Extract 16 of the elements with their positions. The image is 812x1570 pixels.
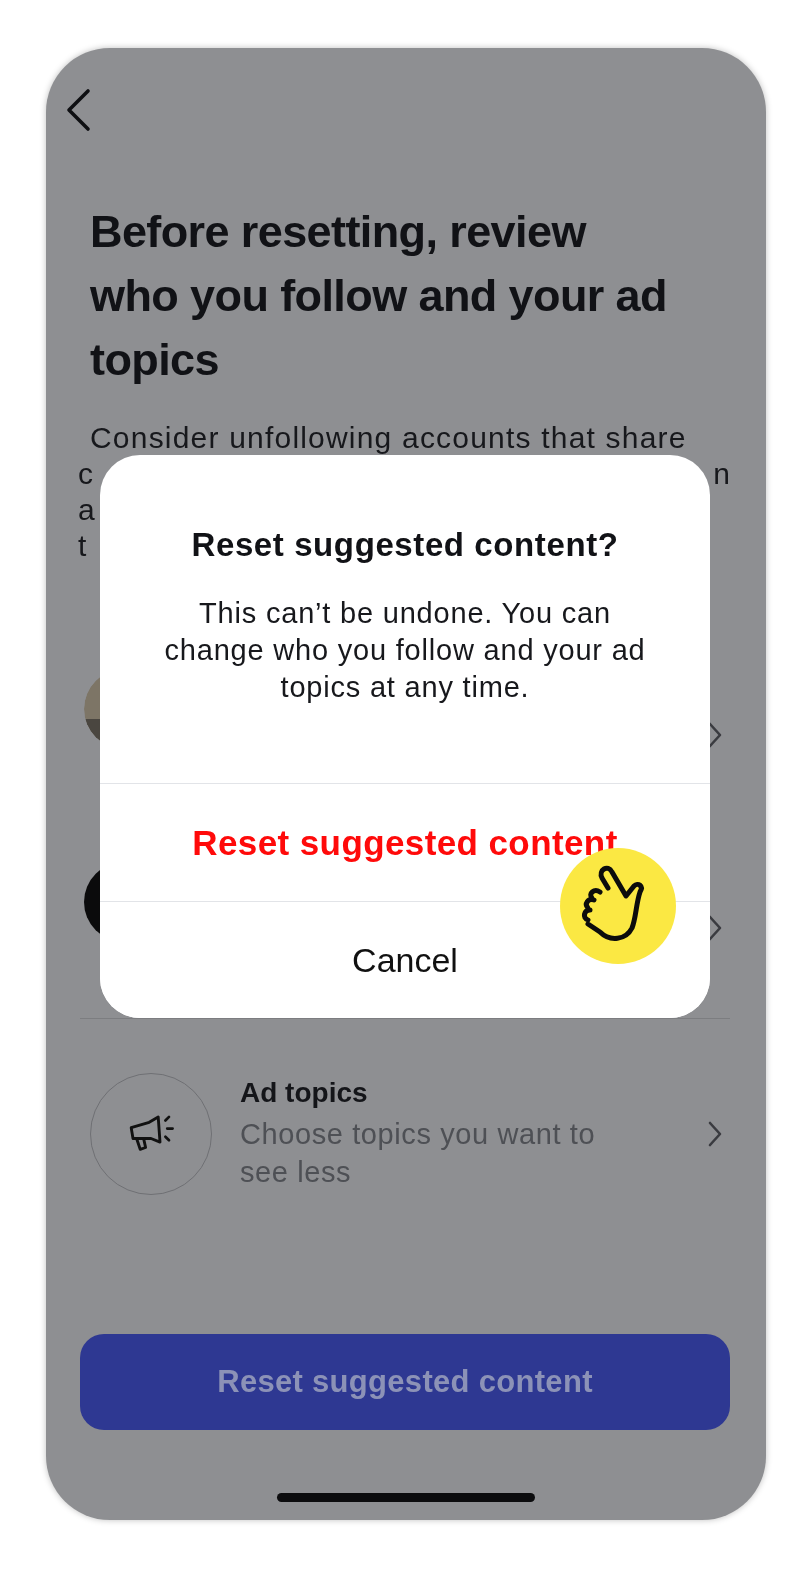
item-title: Ad topics [240, 1077, 369, 1109]
item-subtitle: Choose topics you want to see less [240, 1117, 597, 1190]
dialog-message: This can’t be undone. You can change who you follow and your ad topics at any time. [163, 596, 647, 705]
page-title: Before resetting, review who you follow and your ad topics [90, 205, 668, 387]
chevron-icon [708, 1121, 722, 1147]
description-text: n [713, 456, 730, 492]
back-button[interactable] [64, 88, 92, 132]
chevron-icon [708, 914, 722, 941]
cancel-button[interactable]: Cancel [100, 901, 710, 1018]
description-text: Consider unfollowing accounts that share [90, 420, 688, 456]
description-text: a [78, 492, 95, 528]
description-text: c [78, 456, 93, 492]
chevron-icon [708, 721, 722, 748]
reset-button[interactable]: Reset suggested content [80, 1334, 730, 1430]
dialog-title: Reset suggested content? [190, 525, 620, 565]
description-text: t [78, 528, 87, 564]
